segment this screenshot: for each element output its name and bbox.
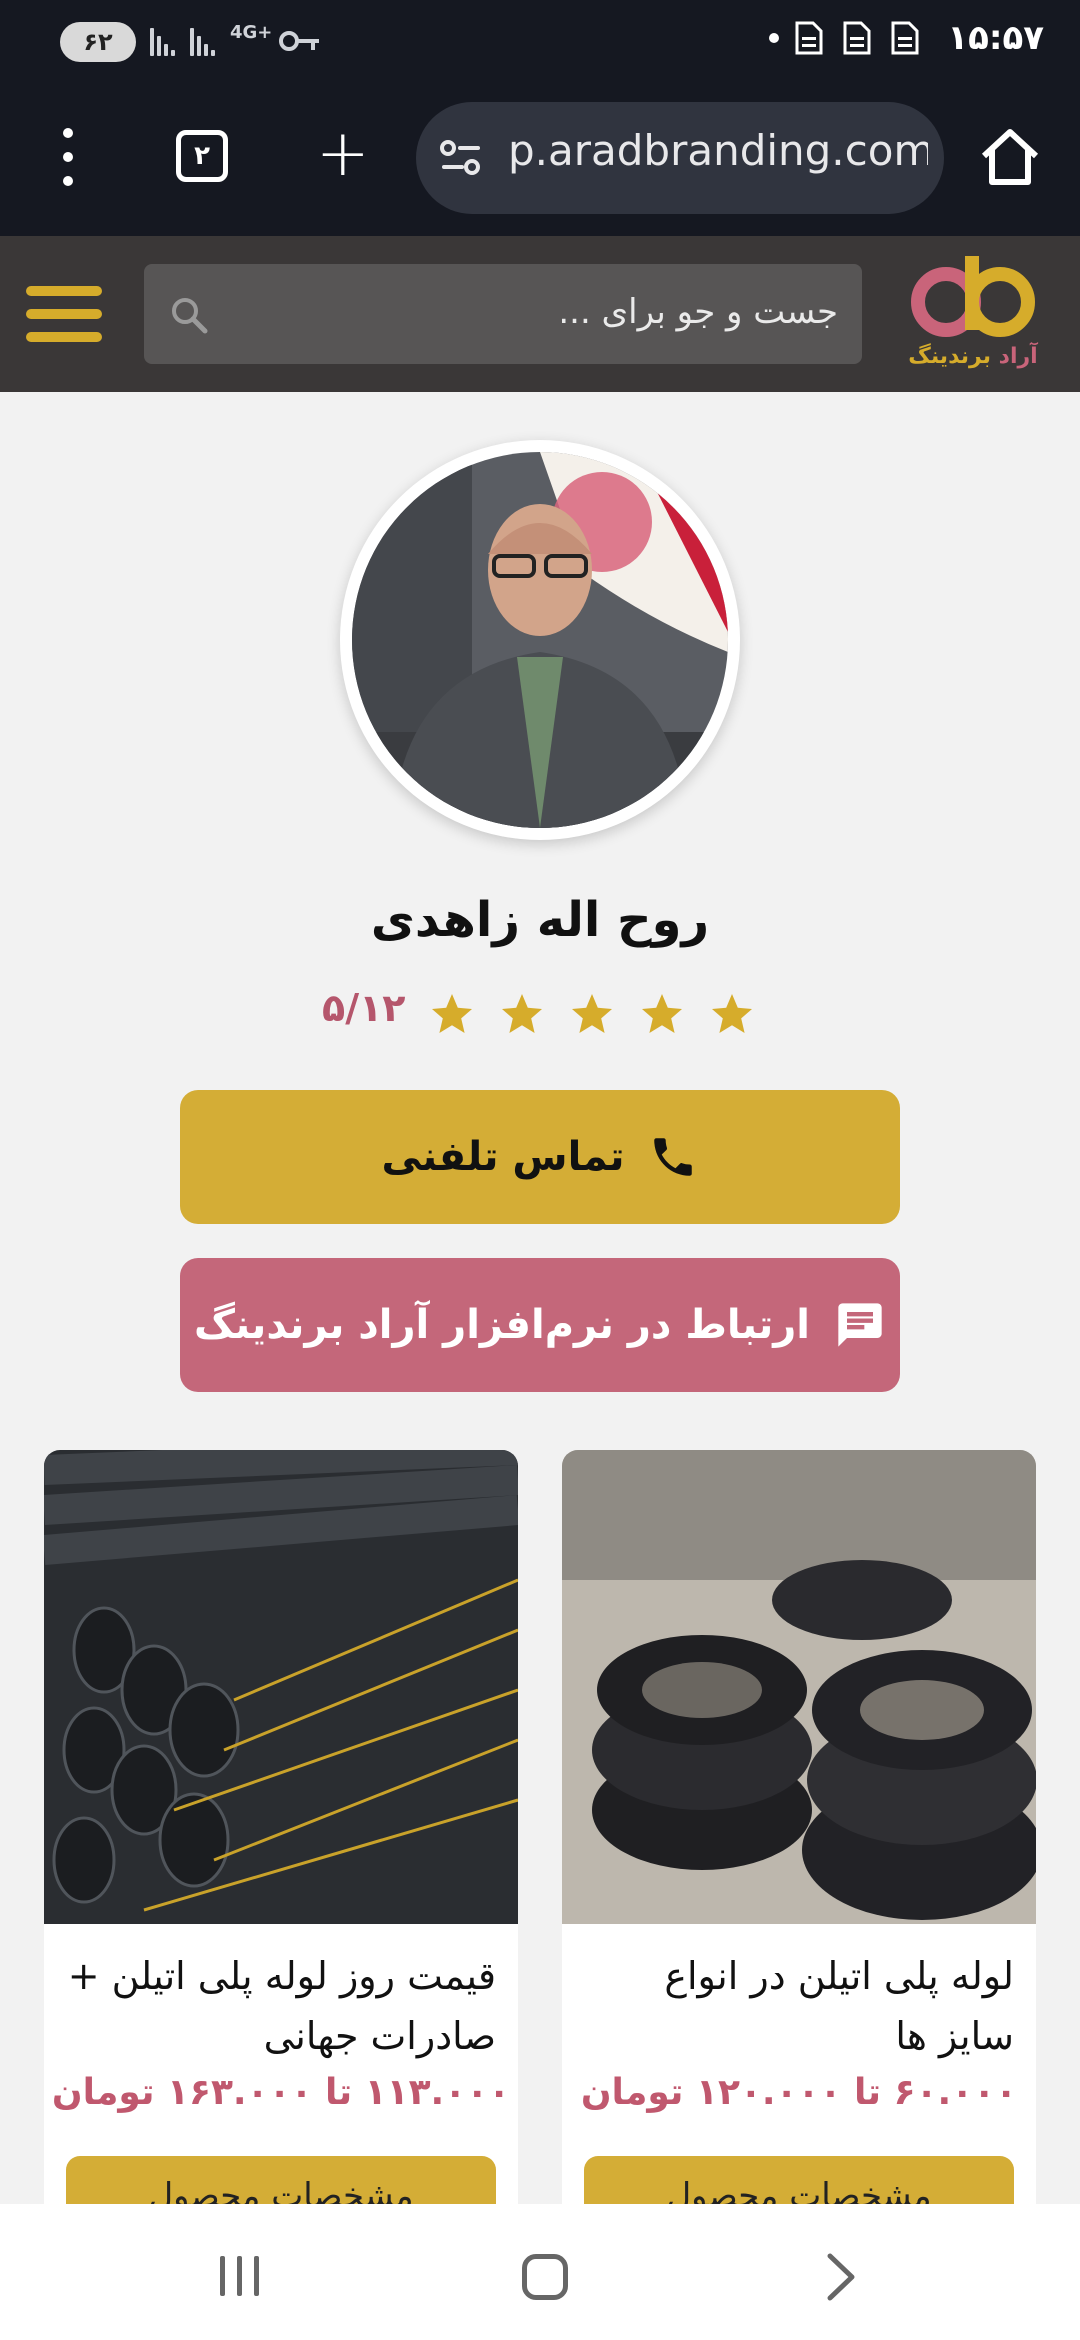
star-icon (502, 994, 542, 1033)
product-price: ۱۱۳.۰۰۰ تا ۱۶۳.۰۰۰ تومان (51, 2072, 511, 2113)
url-text[interactable]: p.aradbranding.com (508, 126, 928, 175)
new-tab-icon[interactable]: + (316, 122, 370, 186)
back-chevron-icon[interactable] (826, 2252, 856, 2302)
battery-indicator: ۶۲ (60, 22, 136, 62)
in-app-chat-button[interactable]: ارتباط در نرم‌افزار آراد برندینگ (180, 1258, 900, 1392)
search-placeholder[interactable]: جست و جو برای ... (558, 292, 838, 332)
profile-name: روح اله زاهدی (370, 892, 710, 948)
product-title[interactable]: لوله پلی اتیلن در انواع سایز ها (584, 1946, 1014, 2066)
product-price: ۶۰.۰۰۰ تا ۱۲۰.۰۰۰ تومان (580, 2072, 1018, 2113)
product-image[interactable] (562, 1450, 1036, 1924)
product-card[interactable]: قیمت روز لوله پلی اتیلن + صادرات جهانی ۱… (44, 1450, 518, 2280)
vpn-key-icon (279, 31, 319, 51)
address-bar[interactable]: p.aradbranding.com (416, 102, 944, 214)
browser-toolbar: ۲ + p.aradbranding.com (0, 82, 1080, 236)
star-icon (642, 994, 682, 1033)
star-icon (432, 994, 472, 1033)
signal-icon (150, 24, 175, 56)
product-image[interactable] (44, 1450, 518, 1924)
home-nav-icon[interactable] (522, 2254, 568, 2300)
phone-icon (654, 1138, 693, 1176)
chat-icon (838, 1303, 882, 1347)
site-logo[interactable]: آراد برندینگ (898, 252, 1048, 376)
logo-text-gold: برندینگ (908, 344, 991, 369)
notification-dot-icon (769, 33, 780, 43)
rating-value: ۵/۱۲ (322, 986, 406, 1030)
menu-dots-icon[interactable] (52, 128, 84, 192)
document-notification-icon (891, 21, 919, 55)
signal-icon (190, 24, 215, 56)
site-settings-icon[interactable] (438, 138, 484, 178)
recents-icon[interactable] (220, 2256, 259, 2296)
in-app-chat-label: ارتباط در نرم‌افزار آراد برندینگ (194, 1302, 810, 1348)
search-icon[interactable] (168, 294, 210, 336)
logo-text-pink: آراد (998, 344, 1038, 369)
clock: ۱۵:۵۷ (947, 18, 1044, 58)
site-header: جست و جو برای ... آراد برندینگ (0, 236, 1080, 392)
hamburger-menu-icon[interactable] (26, 286, 102, 342)
profile-photo (352, 452, 728, 828)
document-notification-icon (795, 21, 823, 55)
product-card[interactable]: لوله پلی اتیلن در انواع سایز ها ۶۰.۰۰۰ ت… (562, 1450, 1036, 2280)
star-icon (572, 994, 612, 1033)
system-navigation-bar (0, 2204, 1080, 2340)
call-button[interactable]: تماس تلفنی (180, 1090, 900, 1224)
rating-stars (428, 990, 756, 1038)
document-notification-icon (843, 21, 871, 55)
star-icon (712, 994, 752, 1033)
call-button-label: تماس تلفنی (381, 1134, 625, 1180)
network-type: 4G+ (230, 22, 273, 43)
tabs-button[interactable]: ۲ (176, 130, 228, 182)
avatar (340, 440, 740, 840)
product-title[interactable]: قیمت روز لوله پلی اتیلن + صادرات جهانی (66, 1946, 496, 2066)
ab-logo-icon (911, 256, 1035, 337)
home-icon[interactable] (978, 126, 1042, 188)
status-bar: ۶۲ 4G+ ۱۵:۵۷ (0, 0, 1080, 82)
search-input[interactable]: جست و جو برای ... (144, 264, 862, 364)
